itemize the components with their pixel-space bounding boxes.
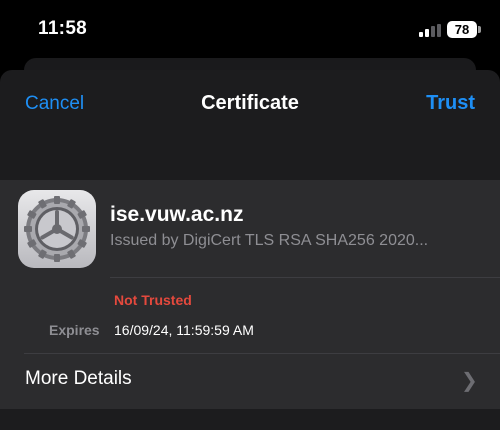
expires-value: 16/09/24, 11:59:59 AM [114,322,254,338]
page-title: Certificate [201,92,299,114]
certificate-issuer: Issued by DigiCert TLS RSA SHA256 2020..… [110,232,429,249]
signal-icon [419,24,441,37]
divider [110,277,500,278]
chevron-right-icon: ❯ [461,370,478,392]
battery-icon: 78 [447,21,477,38]
gear-icon [18,190,96,268]
trust-status: Not Trusted [114,292,192,308]
battery-tip [478,26,481,33]
trust-button[interactable]: Trust [426,92,475,115]
status-time: 11:58 [38,18,88,39]
certificate-name: ise.vuw.ac.nz [110,203,244,226]
more-details-label: More Details [25,368,132,389]
more-details-row[interactable]: More Details ❯ [0,354,500,404]
expires-label: Expires [49,322,100,338]
